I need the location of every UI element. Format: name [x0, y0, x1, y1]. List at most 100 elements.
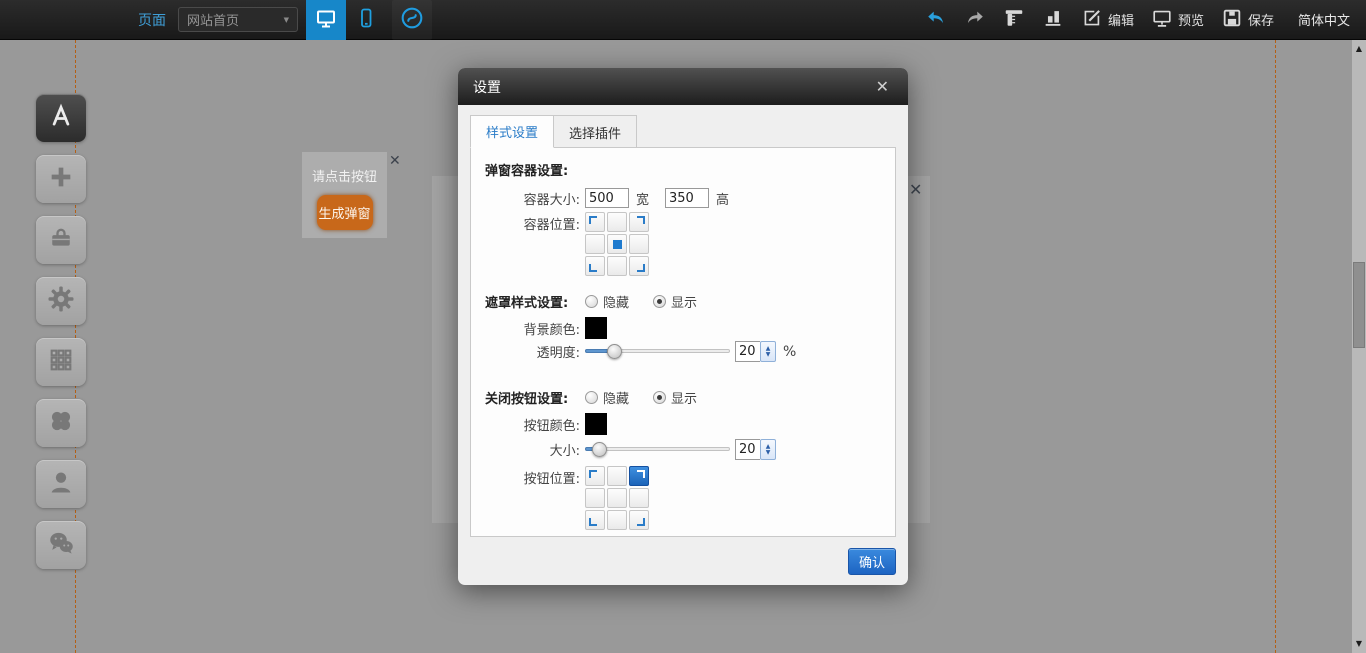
button-color-swatch[interactable]: [585, 413, 607, 435]
corner-br-icon: [637, 264, 645, 272]
btnpos-bottom-right[interactable]: [629, 510, 649, 530]
button-size-slider[interactable]: [585, 442, 730, 457]
pos-mid-left[interactable]: [585, 234, 605, 254]
sidebar-item-modules[interactable]: [36, 338, 86, 386]
dialog-close-icon[interactable]: ✕: [872, 75, 893, 98]
slider-thumb[interactable]: [607, 344, 622, 359]
toolbox-icon: [47, 224, 75, 256]
slider-thumb[interactable]: [592, 442, 607, 457]
stepper-down-icon[interactable]: ▼: [766, 450, 771, 456]
mobile-view-button[interactable]: [346, 0, 386, 40]
edit-button[interactable]: 编辑: [1081, 7, 1134, 33]
pos-bottom-left[interactable]: [585, 256, 605, 276]
btnpos-top-center[interactable]: [607, 466, 627, 486]
btnpos-bottom-center[interactable]: [607, 510, 627, 530]
btnpos-center[interactable]: [607, 488, 627, 508]
mask-show-radio[interactable]: [653, 295, 666, 308]
stepper-down-icon[interactable]: ▼: [766, 352, 771, 358]
close-hide-label[interactable]: 隐藏: [603, 388, 629, 407]
btnpos-mid-left[interactable]: [585, 488, 605, 508]
sidebar-item-add[interactable]: [36, 155, 86, 203]
top-toolbar: 页面 网站首页 ▼: [0, 0, 1366, 40]
bar-chart-icon: [1042, 7, 1064, 33]
generate-popup-button[interactable]: 生成弹窗: [317, 195, 373, 230]
btnpos-top-left[interactable]: [585, 466, 605, 486]
container-position-label: 容器位置:: [485, 212, 585, 233]
button-size-stepper[interactable]: ▲ ▼: [760, 439, 776, 460]
sidebar-item-user[interactable]: [36, 460, 86, 508]
scrollbar-thumb[interactable]: [1353, 262, 1365, 348]
edit-label: 编辑: [1108, 10, 1134, 29]
opacity-stepper[interactable]: ▲ ▼: [760, 341, 776, 362]
gear-icon: [46, 284, 76, 318]
pos-center[interactable]: [607, 234, 627, 254]
mask-hide-label[interactable]: 隐藏: [603, 292, 629, 311]
btnpos-mid-right[interactable]: [629, 488, 649, 508]
width-unit-label: 宽: [636, 189, 649, 208]
desktop-view-button[interactable]: [306, 0, 346, 40]
confirm-button[interactable]: 确认: [848, 548, 896, 575]
trigger-widget[interactable]: 请点击按钮 生成弹窗: [302, 152, 387, 238]
mask-show-label[interactable]: 显示: [671, 292, 697, 311]
popup-close-icon[interactable]: ✕: [909, 180, 922, 199]
sidebar-item-widgets[interactable]: [36, 399, 86, 447]
close-hide-radio[interactable]: [585, 391, 598, 404]
sidebar-item-wechat[interactable]: [36, 521, 86, 569]
link-mode-button[interactable]: [392, 0, 432, 40]
sidebar-item-settings[interactable]: [36, 277, 86, 325]
stats-button[interactable]: [1042, 7, 1064, 33]
opacity-unit-label: %: [783, 344, 796, 360]
sidebar-item-apps[interactable]: [36, 94, 86, 142]
container-section-title: 弹窗容器设置:: [485, 160, 895, 179]
widget-close-icon[interactable]: ✕: [389, 153, 401, 169]
pos-bottom-right[interactable]: [629, 256, 649, 276]
undo-button[interactable]: [925, 7, 947, 33]
style-settings-panel: 弹窗容器设置: 容器大小: 宽 高 容器位置: 遮罩样式设置:: [470, 147, 896, 537]
height-input[interactable]: [665, 188, 709, 208]
vertical-scrollbar[interactable]: ▲ ▼: [1352, 40, 1366, 653]
redo-button[interactable]: [964, 7, 986, 33]
pos-top-center[interactable]: [607, 212, 627, 232]
corner-bl-icon: [589, 518, 597, 526]
bg-color-label: 背景颜色:: [485, 319, 585, 338]
pos-mid-right[interactable]: [629, 234, 649, 254]
mask-hide-radio[interactable]: [585, 295, 598, 308]
tab-style-settings[interactable]: 样式设置: [470, 115, 554, 148]
close-show-radio[interactable]: [653, 391, 666, 404]
opacity-slider[interactable]: [585, 344, 730, 359]
width-input[interactable]: [585, 188, 629, 208]
btnpos-top-right[interactable]: [629, 466, 649, 486]
language-switcher[interactable]: 简体中文: [1298, 10, 1350, 29]
pos-bottom-center[interactable]: [607, 256, 627, 276]
close-show-label[interactable]: 显示: [671, 388, 697, 407]
height-unit-label: 高: [716, 189, 729, 208]
btnpos-bottom-left[interactable]: [585, 510, 605, 530]
bg-color-swatch[interactable]: [585, 317, 607, 339]
pos-top-right[interactable]: [629, 212, 649, 232]
pos-top-left[interactable]: [585, 212, 605, 232]
button-position-label: 按钮位置:: [485, 466, 585, 487]
tab-select-plugin[interactable]: 选择插件: [554, 115, 637, 148]
wechat-icon: [46, 528, 76, 562]
scroll-down-icon[interactable]: ▼: [1352, 637, 1366, 651]
dialog-header[interactable]: 设置 ✕: [458, 68, 908, 105]
right-guide-line: [1275, 40, 1276, 653]
save-label: 保存: [1248, 10, 1274, 29]
save-button[interactable]: 保存: [1221, 7, 1274, 33]
page-select-dropdown[interactable]: 网站首页 ▼: [178, 7, 298, 32]
sidebar-item-toolbox[interactable]: [36, 216, 86, 264]
opacity-label: 透明度:: [485, 342, 585, 361]
opacity-value[interactable]: 20: [735, 341, 760, 362]
button-size-label: 大小:: [485, 440, 585, 459]
scroll-up-icon[interactable]: ▲: [1352, 42, 1366, 56]
dialog-title: 设置: [473, 77, 501, 97]
container-position-grid: [585, 212, 649, 276]
link-icon: [399, 5, 425, 35]
ruler-button[interactable]: [1003, 7, 1025, 33]
preview-label: 预览: [1178, 10, 1204, 29]
mask-section-title: 遮罩样式设置:: [485, 292, 585, 311]
button-size-value[interactable]: 20: [735, 439, 760, 460]
preview-button[interactable]: 预览: [1151, 7, 1204, 33]
redo-icon: [964, 7, 986, 33]
corner-tl-icon: [589, 216, 597, 224]
